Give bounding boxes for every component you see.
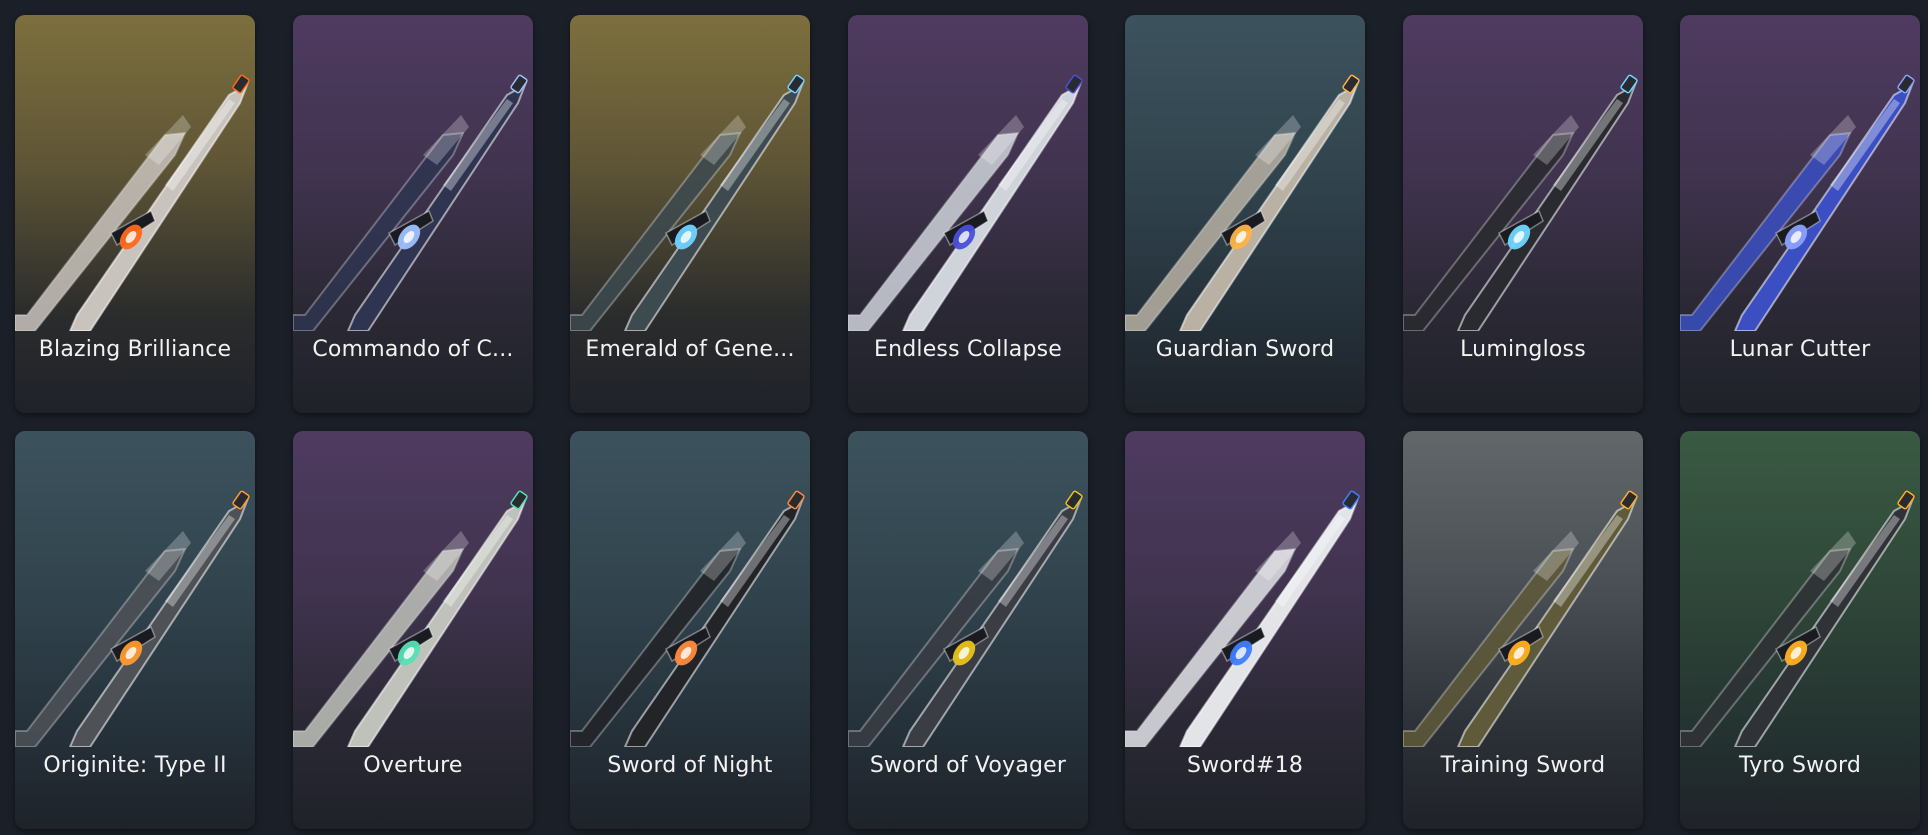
weapon-name: Training Sword [1440,753,1606,778]
weapon-card[interactable]: Originite: Type II [15,431,255,829]
weapon-name: Sword of Night [607,753,773,778]
weapon-card[interactable]: Lunar Cutter [1680,15,1920,413]
weapon-card[interactable]: Tyro Sword [1680,431,1920,829]
weapon-name: Overture [363,753,463,778]
weapon-card[interactable]: Lumingloss [1403,15,1643,413]
sword-emerald-icon [570,74,805,331]
weapon-card[interactable]: Guardian Sword [1125,15,1365,413]
sword-18-icon [1125,490,1360,747]
weapon-card[interactable]: Blazing Brilliance [15,15,255,413]
weapon-name: Guardian Sword [1155,337,1335,362]
sword-endless-collapse-icon [848,74,1083,331]
weapon-card[interactable]: Training Sword [1403,431,1643,829]
sword-training-icon [1403,490,1638,747]
weapon-card[interactable]: Emerald of Gene... [570,15,810,413]
weapon-card[interactable]: Commando of C... [293,15,533,413]
weapon-name: Blazing Brilliance [38,337,232,362]
weapon-name: Sword#18 [1186,753,1304,778]
weapon-grid: Blazing Brilliance Commando of C... Emeral… [0,0,1928,835]
weapon-name: Sword of Voyager [869,753,1067,778]
sword-blazing-brilliance-icon [15,74,250,331]
weapon-name: Commando of C... [312,337,514,362]
weapon-name: Lumingloss [1460,337,1586,362]
weapon-name: Lunar Cutter [1729,337,1871,362]
sword-lumingloss-icon [1403,74,1638,331]
weapon-card[interactable]: Sword of Voyager [848,431,1088,829]
weapon-card[interactable]: Sword#18 [1125,431,1365,829]
sword-commando-icon [293,74,528,331]
weapon-card[interactable]: Sword of Night [570,431,810,829]
sword-overture-icon [293,490,528,747]
weapon-card[interactable]: Endless Collapse [848,15,1088,413]
sword-guardian-icon [1125,74,1360,331]
sword-tyro-icon [1680,490,1915,747]
weapon-name: Endless Collapse [873,337,1063,362]
sword-of-night-icon [570,490,805,747]
sword-lunar-cutter-icon [1680,74,1915,331]
sword-originite-icon [15,490,250,747]
weapon-name: Tyro Sword [1738,753,1862,778]
weapon-name: Emerald of Gene... [585,337,795,362]
sword-of-voyager-icon [848,490,1083,747]
weapon-name: Originite: Type II [43,753,227,778]
weapon-card[interactable]: Overture [293,431,533,829]
